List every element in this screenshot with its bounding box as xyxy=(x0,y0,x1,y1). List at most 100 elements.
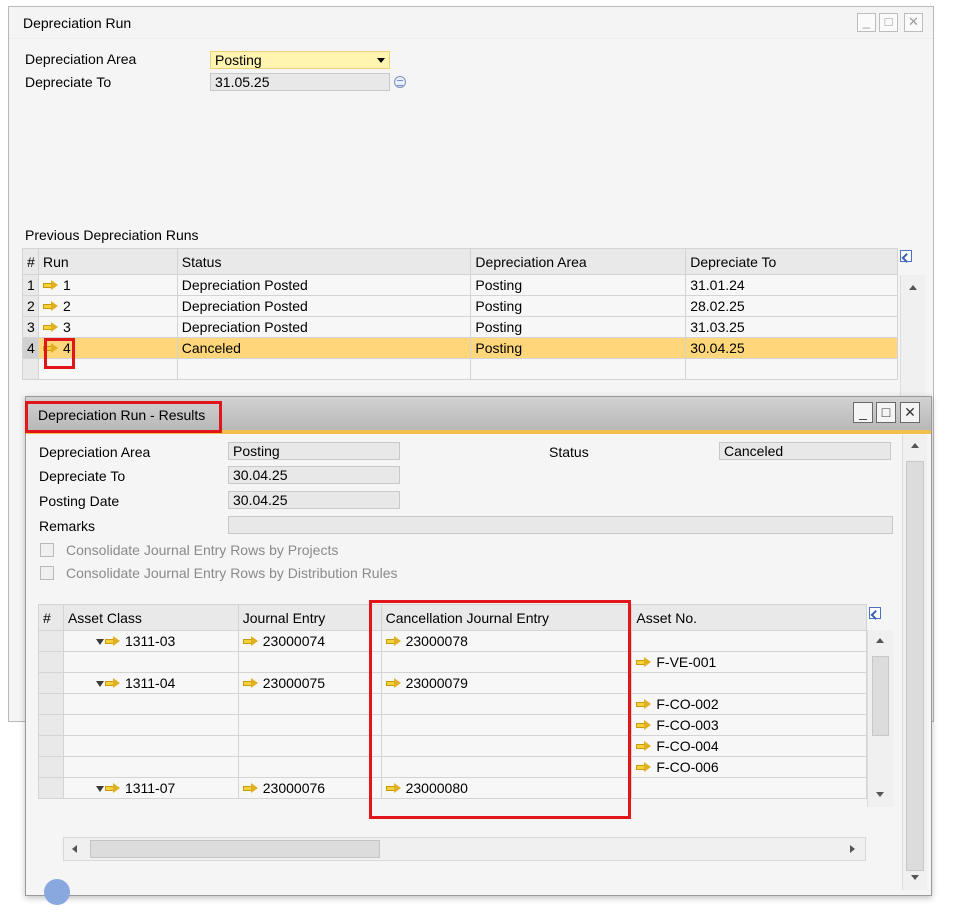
minimize-button[interactable]: _ xyxy=(857,13,876,32)
table-row[interactable]: F-CO-002 xyxy=(38,693,867,715)
depreciation-area-label: Depreciation Area xyxy=(25,51,137,67)
asset-class-cell: 1311-07 xyxy=(62,777,239,799)
row-index: 2 xyxy=(22,295,39,317)
link-arrow-icon[interactable] xyxy=(42,343,59,354)
table-row[interactable]: 3 3 Depreciation Posted Posting 31.03.25 xyxy=(22,316,898,338)
run-number: 4 xyxy=(62,340,71,356)
column-header[interactable]: Status xyxy=(176,248,472,275)
close-button[interactable]: ✕ xyxy=(900,402,920,423)
depreciate-to-field[interactable]: 31.05.25 xyxy=(210,73,390,91)
area-cell: Posting xyxy=(470,337,687,359)
table-row[interactable]: F-CO-003 xyxy=(38,714,867,736)
scroll-up-icon[interactable] xyxy=(909,285,917,290)
table-vertical-scrollbar[interactable] xyxy=(867,630,893,807)
minimize-button[interactable]: _ xyxy=(853,402,873,423)
expand-icon[interactable] xyxy=(869,607,881,619)
table-row-selected[interactable]: 4 4 Canceled Posting 30.04.25 xyxy=(22,337,898,359)
column-header[interactable]: Run xyxy=(37,248,178,275)
link-arrow-icon[interactable] xyxy=(385,636,402,647)
cancellation-value: 23000079 xyxy=(405,675,468,691)
accent-bar xyxy=(26,430,931,434)
date-picker-icon[interactable] xyxy=(394,76,406,88)
column-header[interactable]: Asset Class xyxy=(62,604,239,631)
asset-no-value: F-CO-006 xyxy=(656,759,719,775)
status-label: Status xyxy=(549,444,589,460)
run-cell: 4 xyxy=(37,337,178,359)
window-vertical-scrollbar[interactable] xyxy=(902,435,927,890)
column-header[interactable]: Asset No. xyxy=(631,604,867,631)
consolidate-projects-checkbox[interactable] xyxy=(40,543,54,557)
posting-date-field[interactable]: 30.04.25 xyxy=(228,491,400,509)
help-icon[interactable] xyxy=(44,879,70,905)
scroll-down-icon[interactable] xyxy=(876,792,884,797)
scroll-thumb[interactable] xyxy=(90,840,380,858)
table-row[interactable]: 1311-07 23000076 23000080 xyxy=(38,777,867,799)
link-arrow-icon[interactable] xyxy=(42,280,59,291)
scroll-up-icon[interactable] xyxy=(911,443,919,448)
depreciate-to-label: Depreciate To xyxy=(39,468,126,484)
row-index: 1 xyxy=(22,274,39,296)
consolidate-distribution-checkbox[interactable] xyxy=(40,566,54,580)
status-field[interactable]: Canceled xyxy=(719,442,891,460)
link-arrow-icon[interactable] xyxy=(104,783,121,794)
link-arrow-icon[interactable] xyxy=(104,636,121,647)
table-row[interactable]: 2 2 Depreciation Posted Posting 28.02.25 xyxy=(22,295,898,317)
table-row[interactable]: 1311-03 23000074 23000078 xyxy=(38,630,867,652)
date-cell: 28.02.25 xyxy=(685,295,898,317)
column-header[interactable]: Depreciate To xyxy=(685,248,898,275)
link-arrow-icon[interactable] xyxy=(385,783,402,794)
scroll-down-icon[interactable] xyxy=(911,875,919,880)
asset-class-value: 1311-07 xyxy=(124,780,176,796)
table-row[interactable]: 1 1 Depreciation Posted Posting 31.01.24 xyxy=(22,274,898,296)
scroll-thumb[interactable] xyxy=(906,461,924,871)
column-header[interactable]: Cancellation Journal Entry xyxy=(380,604,633,631)
vertical-scrollbar[interactable] xyxy=(900,275,925,400)
link-arrow-icon[interactable] xyxy=(636,699,652,710)
column-header[interactable]: # xyxy=(38,604,64,631)
link-arrow-icon[interactable] xyxy=(385,678,402,689)
area-cell: Posting xyxy=(470,274,687,296)
title-bar: Depreciation Run - Results _ □ ✕ xyxy=(26,397,931,430)
collapse-icon[interactable] xyxy=(95,786,104,792)
table-row[interactable]: F-CO-006 xyxy=(38,756,867,778)
link-arrow-icon[interactable] xyxy=(104,678,121,689)
remarks-field[interactable] xyxy=(228,516,893,534)
journal-entry-cell: 23000075 xyxy=(237,672,382,694)
link-arrow-icon[interactable] xyxy=(242,636,259,647)
depreciate-to-field[interactable]: 30.04.25 xyxy=(228,466,400,484)
table-row[interactable]: F-CO-004 xyxy=(38,735,867,757)
link-arrow-icon[interactable] xyxy=(636,657,652,668)
collapse-icon[interactable] xyxy=(95,681,104,687)
column-header[interactable]: Journal Entry xyxy=(237,604,382,631)
link-arrow-icon[interactable] xyxy=(242,783,259,794)
link-arrow-icon[interactable] xyxy=(42,301,59,312)
depreciation-area-label: Depreciation Area xyxy=(39,444,151,460)
maximize-button[interactable]: □ xyxy=(879,13,898,32)
table-row[interactable]: F-VE-001 xyxy=(38,651,867,673)
link-arrow-icon[interactable] xyxy=(242,678,259,689)
chevron-down-icon xyxy=(377,58,385,63)
cancellation-value: 23000080 xyxy=(405,780,468,796)
scroll-left-icon[interactable] xyxy=(72,845,77,853)
row-index: 4 xyxy=(22,337,39,359)
link-arrow-icon[interactable] xyxy=(636,720,652,731)
column-header[interactable]: Depreciation Area xyxy=(470,248,687,275)
column-header[interactable]: # xyxy=(22,248,39,275)
scroll-right-icon[interactable] xyxy=(850,845,855,853)
link-arrow-icon[interactable] xyxy=(42,322,59,333)
horizontal-scrollbar[interactable] xyxy=(63,837,866,861)
depreciation-area-field[interactable]: Posting xyxy=(228,442,400,460)
scroll-thumb[interactable] xyxy=(872,656,889,736)
maximize-button[interactable]: □ xyxy=(876,402,896,423)
scroll-up-icon[interactable] xyxy=(876,638,884,643)
depreciation-area-dropdown[interactable]: Posting xyxy=(210,51,390,69)
link-arrow-icon[interactable] xyxy=(636,741,652,752)
depreciation-area-value: Posting xyxy=(215,52,262,68)
status-cell: Canceled xyxy=(176,337,472,359)
area-cell: Posting xyxy=(470,295,687,317)
table-row[interactable]: 1311-04 23000075 23000079 xyxy=(38,672,867,694)
link-arrow-icon[interactable] xyxy=(636,762,652,773)
close-button[interactable]: ✕ xyxy=(904,13,923,32)
expand-icon[interactable] xyxy=(900,250,912,262)
collapse-icon[interactable] xyxy=(95,639,104,645)
